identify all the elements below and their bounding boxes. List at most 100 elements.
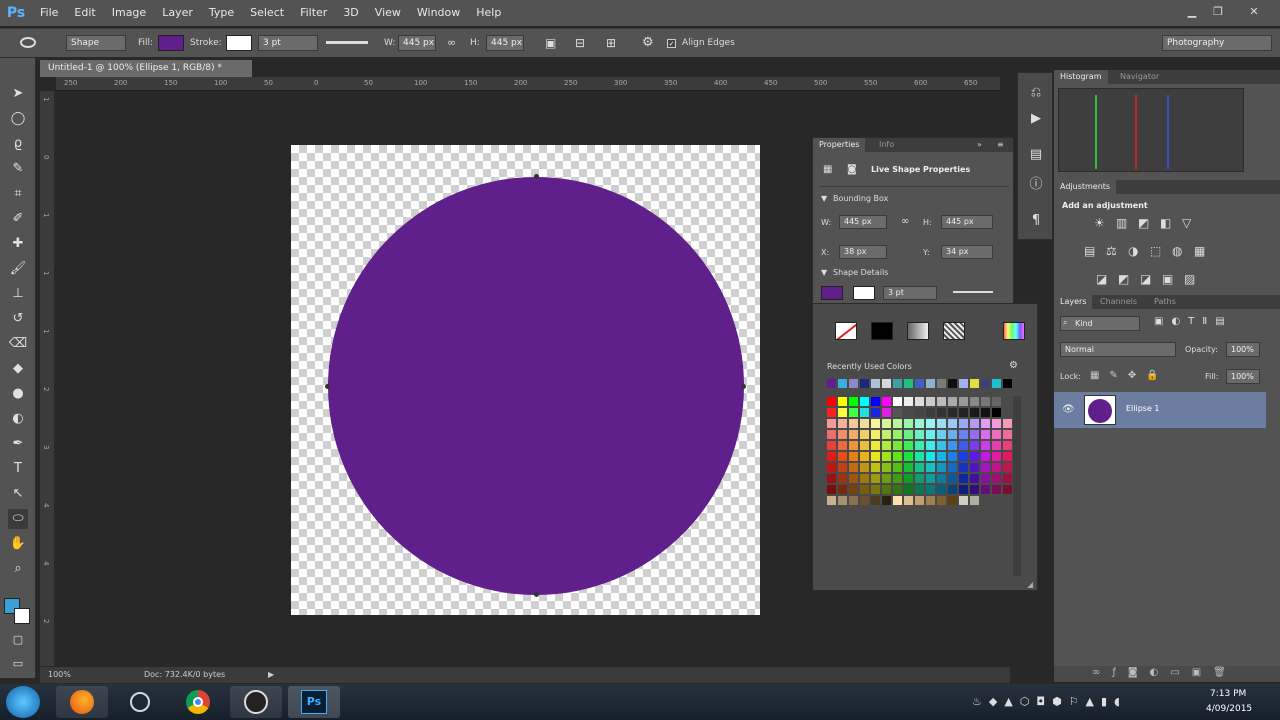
- bbox-height-field[interactable]: 445 px: [941, 215, 993, 229]
- shape-details-toggle-icon[interactable]: ▼: [821, 268, 827, 277]
- color-swatch[interactable]: [882, 430, 891, 439]
- pattern-icon[interactable]: [943, 322, 965, 340]
- color-swatch[interactable]: [959, 496, 968, 505]
- panel-menu-icon[interactable]: ≡: [997, 140, 1004, 149]
- color-swatch[interactable]: [849, 496, 858, 505]
- firefox-taskbar-button[interactable]: [56, 686, 108, 718]
- recent-color-swatch[interactable]: [893, 379, 902, 388]
- color-swatch[interactable]: [849, 408, 858, 417]
- layer-row-ellipse-1[interactable]: 👁 Ellipse 1: [1054, 392, 1266, 428]
- color-swatch[interactable]: [992, 474, 1001, 483]
- close-icon[interactable]: ✕: [1244, 4, 1264, 20]
- color-swatch[interactable]: [1003, 474, 1012, 483]
- color-swatch[interactable]: [827, 496, 836, 505]
- color-swatch[interactable]: [992, 485, 1001, 494]
- recent-color-swatch[interactable]: [838, 379, 847, 388]
- tab-layers[interactable]: Layers: [1054, 295, 1093, 309]
- ellipse-tool-icon[interactable]: ⬭: [8, 509, 28, 529]
- color-swatch[interactable]: [893, 452, 902, 461]
- adjustment-icon[interactable]: ◧: [1160, 216, 1171, 230]
- color-swatch[interactable]: [959, 430, 968, 439]
- recent-color-swatch[interactable]: [904, 379, 913, 388]
- color-swatch[interactable]: [926, 408, 935, 417]
- recent-color-swatch[interactable]: [1003, 379, 1012, 388]
- fill-color-swatch[interactable]: [158, 35, 184, 51]
- solid-color-icon[interactable]: [871, 322, 893, 340]
- color-swatch[interactable]: [849, 452, 858, 461]
- adjustment-icon[interactable]: ☀: [1094, 216, 1105, 230]
- color-swatch[interactable]: [838, 419, 847, 428]
- color-swatch[interactable]: [904, 430, 913, 439]
- eraser-tool-icon[interactable]: ⌫: [8, 334, 28, 354]
- brush-tool-icon[interactable]: 🖌: [8, 259, 28, 279]
- hand-tool-icon[interactable]: ✋: [8, 534, 28, 554]
- shape-stroke-swatch[interactable]: [853, 286, 875, 300]
- adjustment-icon[interactable]: ▽: [1182, 216, 1191, 230]
- color-swatch[interactable]: [937, 496, 946, 505]
- bbox-x-field[interactable]: 38 px: [839, 245, 887, 259]
- color-swatch[interactable]: [882, 408, 891, 417]
- menu-edit[interactable]: Edit: [66, 0, 103, 26]
- recent-color-swatch[interactable]: [948, 379, 957, 388]
- recent-color-swatch[interactable]: [882, 379, 891, 388]
- color-swatch[interactable]: [926, 496, 935, 505]
- opacity-field[interactable]: 100%: [1226, 342, 1260, 357]
- color-swatch[interactable]: [981, 430, 990, 439]
- color-swatch[interactable]: [981, 441, 990, 450]
- eyedropper-tool-icon[interactable]: ✐: [8, 209, 28, 229]
- document-tab[interactable]: Untitled-1 @ 100% (Ellipse 1, RGB/8) *: [40, 60, 252, 77]
- color-swatch[interactable]: [970, 441, 979, 450]
- steam-taskbar-button[interactable]: [114, 686, 166, 718]
- color-swatch[interactable]: [937, 419, 946, 428]
- properties-panel-icon[interactable]: ▤: [1026, 145, 1046, 165]
- color-swatch[interactable]: [882, 397, 891, 406]
- color-swatch[interactable]: [827, 441, 836, 450]
- color-swatch[interactable]: [1003, 485, 1012, 494]
- recent-color-swatch[interactable]: [827, 379, 836, 388]
- color-swatch[interactable]: [948, 474, 957, 483]
- zoom-level[interactable]: 100%: [48, 670, 71, 679]
- stroke-width-field[interactable]: 3 pt: [258, 35, 318, 51]
- color-swatch[interactable]: [937, 441, 946, 450]
- color-swatch[interactable]: [981, 419, 990, 428]
- color-swatch[interactable]: [926, 485, 935, 494]
- vector-mask-icon[interactable]: ◙: [847, 164, 857, 175]
- lock-icons[interactable]: ▦✎✥🔒: [1090, 370, 1169, 381]
- color-swatch[interactable]: [937, 452, 946, 461]
- color-swatch[interactable]: [860, 485, 869, 494]
- ellipse-tool-preset-icon[interactable]: [20, 37, 36, 48]
- anchor-point-left[interactable]: [325, 384, 330, 389]
- color-swatch[interactable]: [992, 397, 1001, 406]
- color-swatch[interactable]: [871, 430, 880, 439]
- color-swatch[interactable]: [860, 474, 869, 483]
- color-swatch[interactable]: [838, 397, 847, 406]
- width-field[interactable]: 445 px: [398, 35, 436, 51]
- color-swatch[interactable]: [915, 430, 924, 439]
- adjustment-icon[interactable]: ◩: [1138, 216, 1149, 230]
- color-swatch[interactable]: [871, 441, 880, 450]
- paint-bucket-tool-icon[interactable]: ◆: [8, 359, 28, 379]
- stroke-color-swatch[interactable]: [226, 35, 252, 51]
- system-tray-icons[interactable]: ♨◆▲⬡◘⬢⚐▲▮◖: [972, 695, 1127, 708]
- color-swatch[interactable]: [926, 397, 935, 406]
- shape-stroke-width-field[interactable]: 3 pt: [883, 286, 937, 300]
- pixel-mask-icon[interactable]: ▦: [823, 164, 832, 175]
- recent-color-swatch[interactable]: [926, 379, 935, 388]
- tab-channels[interactable]: Channels: [1094, 295, 1143, 309]
- menu-image[interactable]: Image: [104, 0, 154, 26]
- screen-mode-icon[interactable]: ▭: [8, 654, 28, 674]
- zoom-tool-icon[interactable]: ⌕: [8, 559, 28, 579]
- align-edges-checkbox[interactable]: ✓: [667, 39, 676, 48]
- paragraph-panel-icon[interactable]: ¶: [1026, 211, 1046, 231]
- color-swatch[interactable]: [849, 474, 858, 483]
- history-brush-tool-icon[interactable]: ↺: [8, 309, 28, 329]
- color-swatch[interactable]: [948, 452, 957, 461]
- color-swatch[interactable]: [959, 441, 968, 450]
- color-swatch[interactable]: [959, 408, 968, 417]
- color-picker-icon[interactable]: [1003, 322, 1025, 340]
- color-swatch[interactable]: [827, 408, 836, 417]
- color-swatch[interactable]: [871, 397, 880, 406]
- color-swatch[interactable]: [915, 408, 924, 417]
- color-swatch[interactable]: [904, 452, 913, 461]
- color-swatch[interactable]: [882, 485, 891, 494]
